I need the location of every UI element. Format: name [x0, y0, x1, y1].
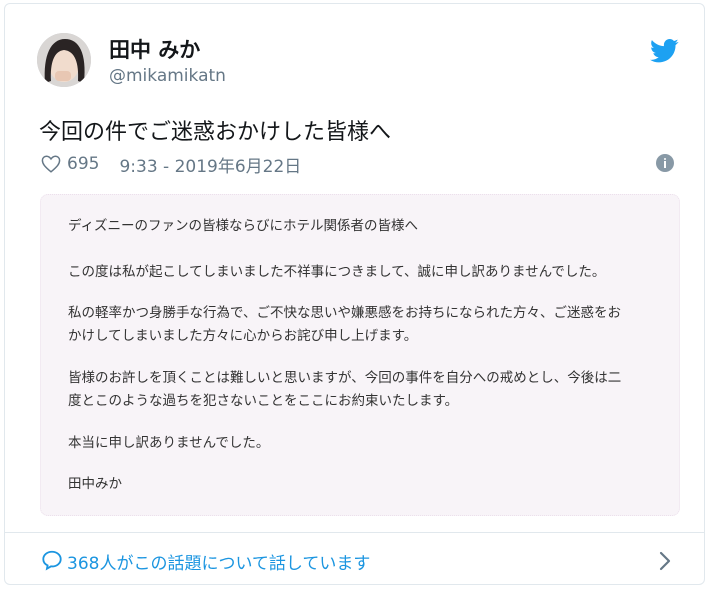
notice-line: 本当に申し訳ありませんでした。: [68, 435, 270, 451]
notice-line: この度は私が起こしてしまいました不祥事につきまして、誠に申し訳ありませんでした。: [68, 264, 606, 280]
notice-line: 度とこのような過ちを犯さないことをここにお約束いたします。: [68, 393, 459, 409]
conversation-link[interactable]: 368人がこの話題について話しています: [67, 549, 370, 574]
reply-bubble-icon[interactable]: [41, 549, 63, 571]
notice-line: かけしてしまいました方々に心からお詫び申し上げます。: [68, 328, 418, 344]
like-count[interactable]: 695: [67, 154, 99, 174]
avatar[interactable]: [37, 33, 91, 87]
user-handle[interactable]: @mikamikatn: [109, 66, 226, 86]
notice-line: 私の軽率かつ身勝手な行為で、ご不快な思いや嫌悪感をお持ちになられた方々、ご迷惑を…: [68, 305, 621, 321]
notice-signature: 田中みか: [68, 476, 122, 492]
tweet-timestamp[interactable]: 9:33 - 2019年6月22日: [119, 152, 301, 177]
notice-line: ディズニーのファンの皆様ならびにホテル関係者の皆様へ: [68, 218, 419, 234]
info-icon[interactable]: [656, 154, 674, 172]
tweet-meta: 695 9:33 - 2019年6月22日: [41, 152, 301, 177]
twitter-bird-icon[interactable]: [650, 38, 679, 64]
tweet-text: 今回の件でご迷惑おかけした皆様へ: [39, 120, 392, 145]
user-display-name[interactable]: 田中 みか: [109, 34, 200, 64]
divider: [5, 532, 704, 533]
heart-icon[interactable]: [41, 155, 61, 173]
chevron-right-icon[interactable]: [658, 551, 672, 571]
apology-notice-image[interactable]: ディズニーのファンの皆様ならびにホテル関係者の皆様へ この度は私が起こしてしまい…: [40, 194, 680, 516]
notice-line: 皆様のお許しを頂くことは難しいと思いますが、今回の事件を自分への戒めとし、今後は…: [68, 370, 622, 386]
tweet-card: 田中 みか @mikamikatn 今回の件でご迷惑おかけした皆様へ 695 9…: [4, 3, 705, 585]
